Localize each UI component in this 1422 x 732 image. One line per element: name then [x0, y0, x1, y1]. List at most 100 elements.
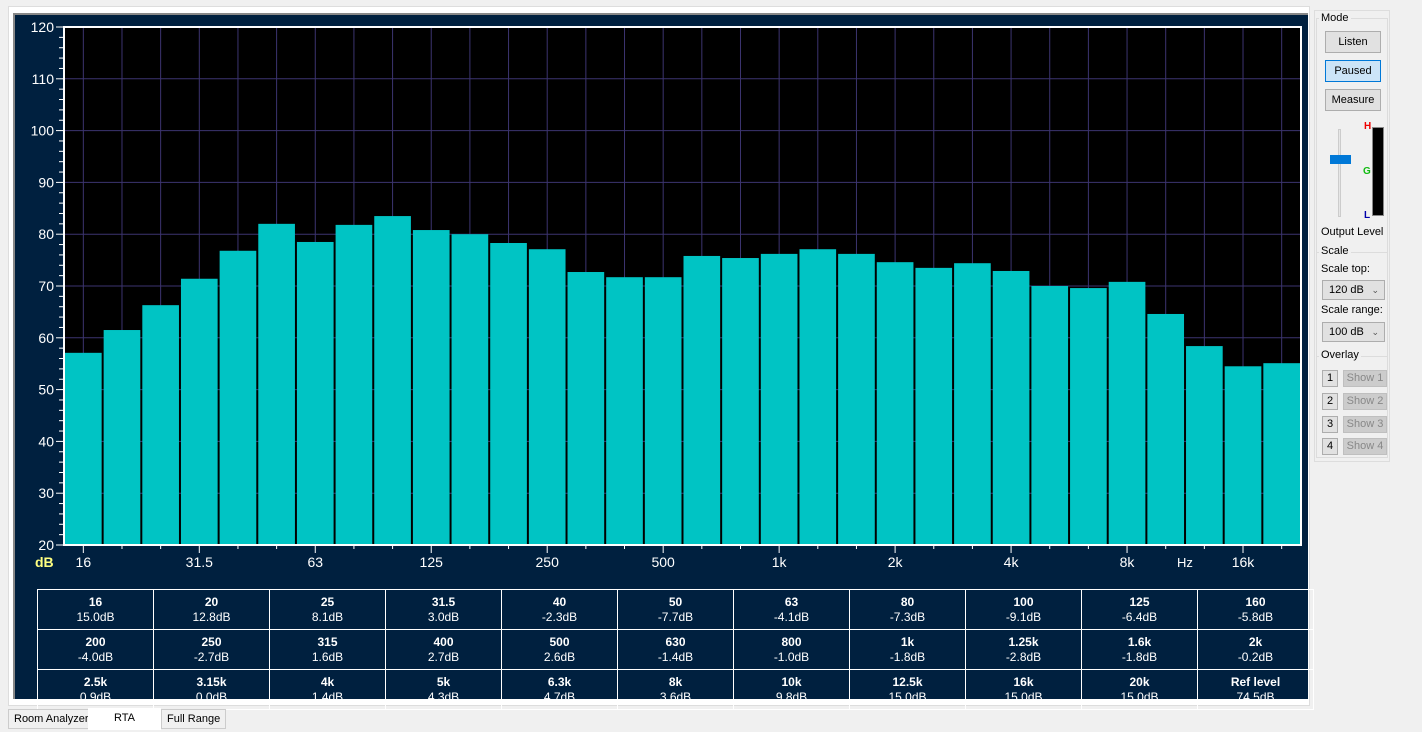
table-row: 2.5k 0.9dB 3.15k 0.0dB 4k 1.4dB 5k 4.3dB 6.3k 4.7…	[37, 669, 1314, 710]
band-value: -2.8dB	[1005, 649, 1042, 664]
band-name: 1.6k	[1127, 634, 1152, 649]
tab-full-range[interactable]: Full Range	[161, 709, 227, 729]
tab-room-analyzer[interactable]: Room Analyzer	[8, 709, 95, 729]
band-name: 200	[85, 634, 106, 649]
band-value: 15.0dB	[1120, 689, 1159, 704]
y-tick-label: 70	[38, 278, 54, 294]
band-name: 1k	[900, 634, 915, 649]
overlay-3-button[interactable]: 3	[1322, 416, 1338, 433]
tab-rta[interactable]: RTA	[88, 708, 161, 730]
slider-thumb[interactable]	[1330, 155, 1351, 164]
y-tick-label: 120	[31, 19, 55, 35]
y-tick-label: 110	[32, 71, 55, 87]
band-cell: 160 -5.8dB	[1197, 589, 1314, 630]
band-cell: 200 -4.0dB	[37, 629, 154, 670]
band-name: 8k	[668, 674, 683, 689]
band-name: Ref level	[1230, 674, 1281, 689]
band-value: -1.0dB	[773, 649, 810, 664]
band-name: 3.15k	[196, 674, 227, 689]
band-value: -5.8dB	[1237, 609, 1274, 624]
bar-8k	[1108, 281, 1146, 545]
bar-2.5k	[915, 267, 953, 545]
band-name: 63	[784, 594, 799, 609]
band-cell: 80 -7.3dB	[849, 589, 966, 630]
bar-2k	[876, 262, 914, 545]
scale-range-select[interactable]: 100 dB ⌄	[1322, 322, 1385, 342]
bar-63	[296, 241, 334, 545]
band-cell: 125 -6.4dB	[1081, 589, 1198, 630]
band-name: 20k	[1129, 674, 1150, 689]
listen-button[interactable]: Listen	[1325, 31, 1381, 53]
band-name: 400	[433, 634, 454, 649]
x-tick-label: 16	[76, 554, 92, 570]
y-tick-label: 90	[38, 174, 54, 190]
overlay-4-button[interactable]: 4	[1322, 438, 1338, 455]
band-value: -4.1dB	[773, 609, 810, 624]
band-value: -1.8dB	[1121, 649, 1158, 664]
bar-800	[722, 258, 759, 545]
bar-5k	[1031, 286, 1069, 545]
bar-40	[219, 250, 257, 545]
show-4-button[interactable]: Show 4	[1343, 438, 1387, 455]
band-value: 1.4dB	[311, 689, 344, 704]
output-level-label: Output Level	[1321, 226, 1384, 238]
table-row: 16 15.0dB 20 12.8dB 25 8.1dB 31.5 3.0dB 40 -2.3dB…	[37, 589, 1314, 630]
band-cell: 4k 1.4dB	[269, 669, 386, 710]
band-cell: 16 15.0dB	[37, 589, 154, 630]
scale-top-value: 120 dB	[1329, 284, 1364, 296]
bar-16k	[1224, 366, 1262, 545]
band-name: 630	[665, 634, 686, 649]
show-3-button[interactable]: Show 3	[1343, 416, 1387, 433]
overlay-2-button[interactable]: 2	[1322, 393, 1338, 410]
band-cell: 250 -2.7dB	[153, 629, 270, 670]
band-value: 8.1dB	[311, 609, 344, 624]
band-name: 16	[88, 594, 103, 609]
bar-1.6k	[838, 253, 875, 545]
band-value: -7.3dB	[889, 609, 926, 624]
side-panel: Mode Listen Paused Measure H G L Output …	[1314, 10, 1390, 462]
band-cell: 2k -0.2dB	[1197, 629, 1314, 670]
band-value: 15.0dB	[76, 609, 115, 624]
band-name: 25	[320, 594, 335, 609]
band-value: 1.6dB	[311, 649, 344, 664]
band-value: -0.2dB	[1237, 649, 1274, 664]
scale-top-select[interactable]: 120 dB ⌄	[1322, 280, 1385, 300]
bar-12.5k	[1186, 346, 1223, 545]
show-1-button[interactable]: Show 1	[1343, 370, 1387, 387]
band-name: 125	[1129, 594, 1150, 609]
y-tick-label: 50	[38, 382, 54, 398]
band-name: 4k	[320, 674, 335, 689]
band-name: 12.5k	[892, 674, 923, 689]
band-name: 50	[668, 594, 683, 609]
band-cell: 5k 4.3dB	[385, 669, 502, 710]
band-name: 500	[549, 634, 570, 649]
band-cell: 400 2.7dB	[385, 629, 502, 670]
x-tick-label: 16k	[1232, 554, 1256, 570]
band-name: 5k	[436, 674, 451, 689]
scale-range-label: Scale range:	[1321, 304, 1383, 316]
band-cell: 800 -1.0dB	[733, 629, 850, 670]
show-2-button[interactable]: Show 2	[1343, 393, 1387, 410]
measure-button[interactable]: Measure	[1325, 89, 1381, 111]
x-tick-label: 125	[420, 554, 444, 570]
paused-button[interactable]: Paused	[1325, 60, 1381, 82]
output-level-slider[interactable]	[1325, 129, 1355, 217]
band-cell: 3.15k 0.0dB	[153, 669, 270, 710]
band-value: 4.3dB	[427, 689, 460, 704]
band-name: 100	[1013, 594, 1034, 609]
band-cell: 20 12.8dB	[153, 589, 270, 630]
meter-g-label: G	[1363, 166, 1371, 177]
band-name: 20	[204, 594, 219, 609]
bar-3.15k	[954, 263, 991, 545]
band-table: 16 15.0dB 20 12.8dB 25 8.1dB 31.5 3.0dB 40 -2.3dB…	[37, 589, 1314, 710]
band-cell: 50 -7.7dB	[617, 589, 734, 630]
bar-125	[412, 230, 450, 545]
table-row: 200 -4.0dB 250 -2.7dB 315 1.6dB 400 2.7dB 500 2.6…	[37, 629, 1314, 670]
overlay-1-button[interactable]: 1	[1322, 370, 1338, 387]
bar-630	[683, 255, 721, 545]
x-tick-label: 1k	[772, 554, 788, 570]
band-name: 31.5	[431, 594, 456, 609]
bar-20k	[1263, 363, 1300, 545]
band-value: 2.7dB	[427, 649, 460, 664]
band-cell: 63 -4.1dB	[733, 589, 850, 630]
